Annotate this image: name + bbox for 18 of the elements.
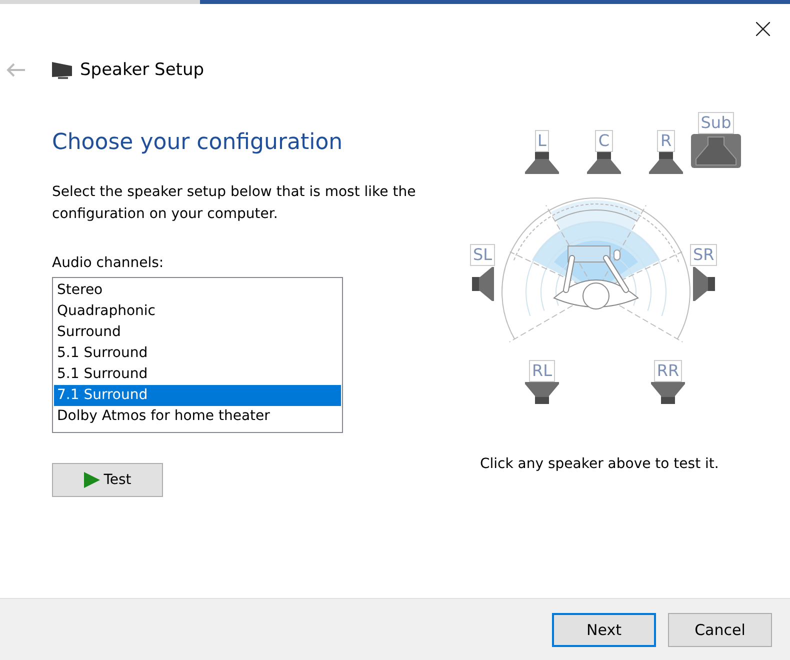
- audio-channels-label: Audio channels:: [52, 255, 165, 271]
- test-button[interactable]: Test: [52, 463, 163, 497]
- list-item[interactable]: 5.1 Surround: [54, 364, 341, 385]
- page-heading: Choose your configuration: [52, 130, 344, 155]
- list-item[interactable]: Dolby Atmos for home theater: [54, 406, 341, 427]
- hint-text: Click any speaker above to test it.: [480, 456, 720, 472]
- dialog-button[interactable]: Cancel: [668, 613, 772, 647]
- list-item[interactable]: 5.1 Surround: [54, 343, 341, 364]
- list-item[interactable]: Surround: [54, 322, 341, 343]
- list-item[interactable]: Quadraphonic: [54, 301, 341, 322]
- close-icon: [756, 22, 770, 36]
- list-item[interactable]: Stereo: [54, 280, 341, 301]
- play-icon: [84, 472, 100, 488]
- list-item[interactable]: 7.1 Surround: [54, 385, 341, 406]
- description-text: Select the speaker setup below that is most like the configuration on your computer.: [52, 183, 417, 224]
- window-title: Speaker Setup: [80, 60, 204, 80]
- subwoofer-icon: [691, 134, 741, 168]
- dialog-button[interactable]: Next: [552, 613, 656, 647]
